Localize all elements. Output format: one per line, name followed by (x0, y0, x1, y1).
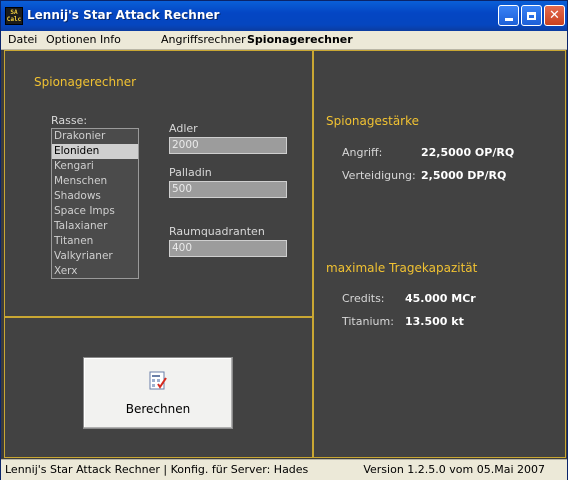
race-list-item[interactable]: Valkyrianer (52, 249, 138, 264)
rasse-label: Rasse: (51, 114, 88, 127)
race-list-item[interactable]: Shadows (52, 189, 138, 204)
close-button[interactable]: ✕ (544, 5, 565, 26)
race-list-item[interactable]: Drakonier (52, 129, 138, 144)
palladin-label: Palladin (169, 166, 212, 179)
race-list-item[interactable]: Xerx (52, 264, 138, 279)
verteidigung-label: Verteidigung: (342, 169, 416, 182)
status-text-left: Lennij's Star Attack Rechner | Konfig. f… (5, 463, 309, 476)
app-window: SA Calc Lennij's Star Attack Rechner ✕ Da… (0, 0, 568, 480)
result-panel: Spionagestärke Angriff: 22,5000 OP/RQ Ve… (313, 50, 566, 458)
minimize-button[interactable] (498, 5, 519, 26)
minimize-icon (504, 18, 513, 21)
close-icon: ✕ (549, 8, 560, 23)
status-bar: Lennij's Star Attack Rechner | Konfig. f… (1, 459, 567, 480)
berechnen-button[interactable]: Berechnen (83, 357, 233, 429)
maximize-icon (527, 11, 536, 20)
angriff-label: Angriff: (342, 146, 383, 159)
race-listbox[interactable]: Drakonier Eloniden Kengari Menschen Shadows S… (51, 128, 139, 279)
credits-value: 45.000 MCr (405, 292, 476, 305)
race-list-item[interactable]: Titanen (52, 234, 138, 249)
raumquadranten-input[interactable]: 400 (169, 240, 287, 257)
menu-datei[interactable]: Datei (8, 33, 37, 46)
input-panel: Spionagerechner Rasse: Drakonier Eloniden… (4, 50, 313, 317)
title-bar[interactable]: SA Calc Lennij's Star Attack Rechner ✕ (1, 1, 567, 31)
berechnen-label: Berechnen (125, 402, 191, 416)
tab-spionagerechner[interactable]: Spionagerechner (247, 33, 353, 46)
race-list-item[interactable]: Eloniden (52, 144, 138, 159)
tab-angriffsrechner[interactable]: Angriffsrechner (161, 33, 246, 46)
action-panel: Berechnen (4, 317, 313, 458)
app-icon: SA Calc (5, 7, 23, 25)
calculator-icon (149, 371, 167, 390)
race-list-item[interactable]: Talaxianer (52, 219, 138, 234)
titanium-value: 13.500 kt (405, 315, 464, 328)
window-title: Lennij's Star Attack Rechner (27, 8, 220, 22)
angriff-value: 22,5000 OP/RQ (421, 146, 515, 159)
menu-optionen[interactable]: Optionen (46, 33, 96, 46)
race-list-item[interactable]: Kengari (52, 159, 138, 174)
adler-label: Adler (169, 122, 198, 135)
status-text-right: Version 1.2.5.0 vom 05.Mai 2007 (363, 463, 545, 476)
menu-info[interactable]: Info (100, 33, 121, 46)
credits-label: Credits: (342, 292, 385, 305)
titanium-label: Titanium: (342, 315, 394, 328)
menu-bar: Datei Optionen Info Angriffsrechner Spio… (1, 31, 567, 50)
section-title-spionagerechner: Spionagerechner (34, 75, 137, 89)
race-list-item[interactable]: Menschen (52, 174, 138, 189)
race-list-item[interactable]: Space Imps (52, 204, 138, 219)
adler-input[interactable]: 2000 (169, 137, 287, 154)
palladin-input[interactable]: 500 (169, 181, 287, 198)
section-title-spionagestaerke: Spionagestärke (326, 114, 420, 128)
raumquadranten-label: Raumquadranten (169, 225, 265, 238)
maximize-button[interactable] (521, 5, 542, 26)
verteidigung-value: 2,5000 DP/RQ (421, 169, 507, 182)
section-title-tragekapazitaet: maximale Tragekapazität (326, 261, 478, 275)
